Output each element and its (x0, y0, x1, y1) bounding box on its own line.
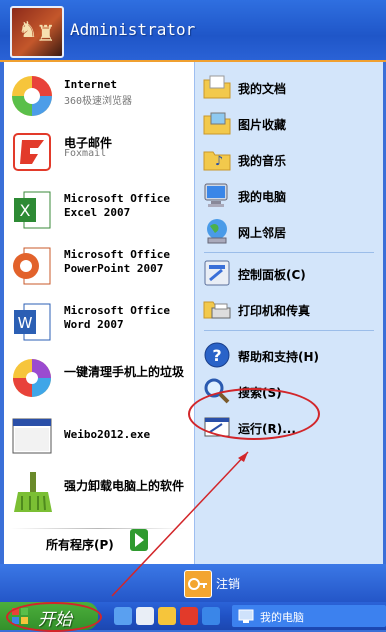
help-and-support[interactable]: ? 帮助和支持(H) (200, 338, 382, 372)
separator (10, 528, 186, 529)
360-browser-icon (12, 76, 52, 116)
taskbar-window-button[interactable]: 我的电脑 (232, 605, 386, 627)
all-programs-arrow-icon[interactable] (130, 529, 148, 551)
computer-icon (204, 183, 228, 207)
svg-text:X: X (20, 201, 31, 220)
my-music[interactable]: ♪ 我的音乐 (200, 142, 382, 176)
help-icon: ? (204, 342, 230, 368)
printers-and-faxes[interactable]: 打印机和传真 (200, 292, 382, 326)
program-subtitle: 360极速浏览器 (64, 96, 133, 107)
network-places[interactable]: 网上邻居 (200, 214, 382, 248)
my-pictures-label: 图片收藏 (238, 118, 287, 132)
program-name: Internet (64, 78, 117, 91)
network-globe-icon (207, 219, 227, 244)
search[interactable]: 搜索(S) (200, 374, 382, 408)
program-name: 强力卸载电脑上的软件 (64, 479, 185, 493)
printers-and-faxes-label: 打印机和传真 (238, 304, 311, 318)
start-menu-footer: 注销 (0, 564, 386, 602)
program-name: Microsoft Office (64, 304, 170, 317)
search-label: 搜索(S) (238, 386, 282, 400)
program-360-browser[interactable]: Internet 360极速浏览器 (6, 68, 188, 122)
my-documents-label: 我的文档 (238, 82, 287, 96)
program-subtitle: Excel 2007 (64, 206, 131, 219)
program-powerpoint[interactable]: Microsoft Office PowerPoint 2007 (6, 238, 188, 292)
printer-icon (203, 301, 231, 319)
broom-icon (14, 472, 52, 512)
start-button[interactable]: 开始 (0, 602, 98, 630)
start-label: 开始 (38, 610, 72, 630)
taskbar: 开始 我的电脑 (0, 602, 386, 630)
program-weibo[interactable]: Weibo2012.exe (6, 408, 188, 462)
pictures-folder-icon (203, 112, 231, 135)
control-panel-icon (204, 260, 230, 286)
quicklaunch-browser-icon[interactable] (136, 607, 154, 625)
program-foxmail[interactable]: 电子邮件 Foxmail (6, 124, 188, 178)
my-pictures[interactable]: 图片收藏 (200, 106, 382, 140)
svg-text:♪: ♪ (215, 154, 223, 169)
run-icon (204, 417, 230, 437)
logoff-label[interactable]: 注销 (216, 575, 240, 592)
program-name: Microsoft Office (64, 192, 170, 205)
program-phone-cleaner[interactable]: 一键清理手机上的垃圾 (6, 350, 188, 404)
start-menu-header: ♞ ♜ Administrator (0, 0, 386, 62)
taskbar-window-label: 我的电脑 (260, 611, 304, 624)
windows-logo-icon (12, 608, 28, 624)
separator (204, 252, 374, 253)
computer-icon (238, 609, 254, 623)
svg-text:?: ? (212, 346, 221, 365)
powerpoint-icon (13, 247, 51, 285)
search-icon (204, 378, 230, 404)
documents-folder-icon (203, 75, 231, 99)
control-panel[interactable]: 控制面板(C) (200, 256, 382, 290)
program-name: 一键清理手机上的垃圾 (64, 365, 185, 379)
program-subtitle: PowerPoint 2007 (64, 262, 164, 275)
phone-cleaner-icon (13, 359, 51, 397)
music-folder-icon: ♪ (203, 151, 231, 171)
user-avatar[interactable]: ♞ ♜ (10, 6, 64, 58)
my-music-label: 我的音乐 (238, 154, 287, 168)
my-computer-label: 我的电脑 (238, 190, 287, 204)
help-and-support-label: 帮助和支持(H) (238, 350, 320, 364)
program-subtitle: Foxmail (64, 148, 107, 159)
my-computer[interactable]: 我的电脑 (200, 178, 382, 212)
excel-icon: X (14, 191, 51, 229)
all-programs-label[interactable]: 所有程序(P) (46, 536, 114, 553)
user-name: Administrator (70, 20, 196, 39)
separator (204, 330, 374, 331)
svg-text:W: W (18, 314, 33, 332)
run-label: 运行(R)... (238, 422, 296, 436)
run[interactable]: 运行(R)... (200, 410, 382, 444)
program-name: Microsoft Office (64, 248, 170, 261)
quicklaunch-360-icon[interactable] (158, 607, 176, 625)
program-word[interactable]: W Microsoft Office Word 2007 (6, 294, 188, 348)
network-places-label: 网上邻居 (238, 226, 287, 240)
logoff-key-icon[interactable] (184, 570, 212, 598)
program-excel[interactable]: X Microsoft Office Excel 2007 (6, 182, 188, 236)
foxmail-icon (13, 133, 51, 171)
program-name: Weibo2012.exe (64, 428, 151, 441)
app-window-icon (12, 418, 52, 454)
program-subtitle: Word 2007 (64, 318, 124, 331)
control-panel-label: 控制面板(C) (238, 268, 306, 282)
program-uninstaller[interactable]: 强力卸载电脑上的软件 (6, 464, 188, 518)
quicklaunch-desktop-icon[interactable] (114, 607, 132, 625)
word-icon: W (14, 303, 51, 341)
quicklaunch-foxmail-icon[interactable] (180, 607, 198, 625)
my-documents[interactable]: 我的文档 (200, 70, 382, 104)
quicklaunch-app-icon[interactable] (202, 607, 220, 625)
start-menu: ♞ ♜ Administrator Internet 360极速浏览器 电子邮件… (0, 0, 386, 602)
